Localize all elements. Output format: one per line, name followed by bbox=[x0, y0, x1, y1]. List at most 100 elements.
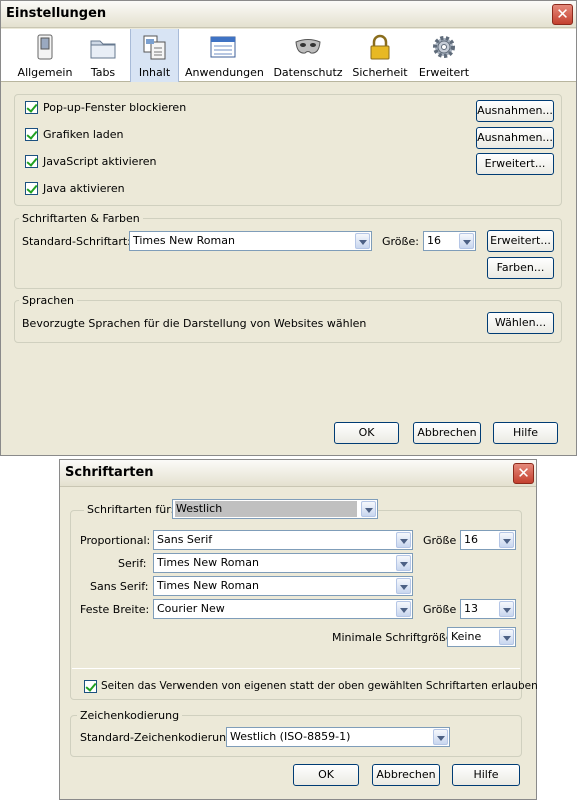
fonts-dialog-close-button[interactable]: ✕ bbox=[513, 463, 534, 484]
load-images-label: Grafiken laden bbox=[43, 128, 124, 141]
preferences-window: Einstellungen ✕ Allgemein Tabs Inhalt An… bbox=[0, 0, 577, 456]
tab-label: Anwendungen bbox=[185, 66, 264, 79]
chevron-down-icon bbox=[396, 601, 411, 617]
monospace-size-select[interactable]: 13 bbox=[460, 599, 516, 619]
help-button[interactable]: Hilfe bbox=[493, 422, 558, 444]
tab-anwendungen[interactable]: Anwendungen bbox=[185, 29, 264, 82]
chevron-down-icon bbox=[499, 629, 514, 645]
sans-serif-value: Times New Roman bbox=[157, 579, 259, 592]
chevron-down-icon bbox=[396, 532, 411, 548]
security-lock-icon bbox=[370, 34, 390, 60]
proportional-size-label: Größe bbox=[423, 534, 457, 547]
monospace-select[interactable]: Courier New bbox=[153, 599, 413, 619]
tab-label: Datenschutz bbox=[273, 66, 343, 79]
fonts-advanced-button[interactable]: Erweitert... bbox=[487, 230, 554, 252]
sans-serif-select[interactable]: Times New Roman bbox=[153, 576, 413, 596]
applications-window-icon bbox=[210, 36, 236, 58]
tab-datenschutz[interactable]: Datenschutz bbox=[273, 29, 343, 82]
tab-allgemein[interactable]: Allgemein bbox=[17, 29, 73, 82]
fonts-dialog-title: Schriftarten bbox=[65, 465, 154, 480]
tabs-folder-icon bbox=[90, 40, 116, 59]
chevron-down-icon bbox=[433, 729, 448, 745]
monospace-value: Courier New bbox=[157, 602, 225, 615]
chevron-down-icon bbox=[355, 233, 370, 249]
tab-sicherheit[interactable]: Sicherheit bbox=[351, 29, 409, 82]
content-page-icon bbox=[143, 35, 165, 60]
allow-page-fonts-label: Seiten das Verwenden von eigenen statt d… bbox=[101, 680, 538, 692]
allow-page-fonts-checkbox[interactable] bbox=[84, 680, 97, 693]
chevron-down-icon bbox=[499, 601, 514, 617]
font-size-value: 16 bbox=[427, 234, 441, 247]
preferences-title: Einstellungen bbox=[6, 6, 107, 21]
java-label: Java aktivieren bbox=[43, 182, 125, 195]
tab-label: Sicherheit bbox=[352, 66, 408, 79]
privacy-mask-icon bbox=[295, 39, 321, 54]
chevron-down-icon bbox=[396, 555, 411, 571]
default-encoding-value: Westlich (ISO-8859-1) bbox=[230, 730, 351, 743]
chevron-down-icon bbox=[361, 501, 376, 517]
serif-label: Serif: bbox=[118, 557, 147, 570]
javascript-checkbox[interactable] bbox=[25, 155, 38, 168]
popup-block-label: Pop-up-Fenster blockieren bbox=[43, 101, 187, 114]
proportional-size-select[interactable]: 16 bbox=[460, 530, 516, 550]
chevron-down-icon bbox=[459, 233, 474, 249]
advanced-gear-icon bbox=[433, 36, 455, 58]
separator bbox=[72, 668, 520, 669]
size-label: Größe: bbox=[382, 235, 419, 248]
ok-button[interactable]: OK bbox=[334, 422, 399, 444]
fonts-colors-group bbox=[14, 218, 562, 289]
font-size-select[interactable]: 16 bbox=[423, 231, 476, 251]
encoding-group-label: Zeichenkodierung bbox=[77, 709, 183, 722]
fonts-dialog-titlebar: Schriftarten ✕ bbox=[60, 460, 536, 487]
chevron-down-icon bbox=[499, 532, 514, 548]
monospace-size-label: Größe bbox=[423, 603, 457, 616]
javascript-advanced-button[interactable]: Erweitert... bbox=[476, 153, 554, 175]
general-switch-icon bbox=[37, 34, 53, 60]
load-images-checkbox[interactable] bbox=[25, 128, 38, 141]
proportional-size-value: 16 bbox=[464, 533, 478, 546]
fonts-dialog: Schriftarten ✕ Schriftarten für: Westlic… bbox=[59, 459, 538, 800]
popup-block-checkbox[interactable] bbox=[25, 101, 38, 114]
sans-serif-label: Sans Serif: bbox=[90, 580, 149, 593]
fonts-ok-button[interactable]: OK bbox=[293, 764, 359, 786]
preferences-close-button[interactable]: ✕ bbox=[552, 4, 573, 25]
fonts-for-label: Schriftarten für: bbox=[84, 503, 178, 516]
tab-label: Inhalt bbox=[138, 66, 171, 79]
cancel-button[interactable]: Abbrechen bbox=[413, 422, 481, 444]
proportional-select[interactable]: Sans Serif bbox=[153, 530, 413, 550]
default-encoding-select[interactable]: Westlich (ISO-8859-1) bbox=[226, 727, 450, 747]
choose-languages-button[interactable]: Wählen... bbox=[487, 312, 554, 334]
serif-value: Times New Roman bbox=[157, 556, 259, 569]
monospace-size-value: 13 bbox=[464, 602, 478, 615]
preferences-toolbar: Allgemein Tabs Inhalt Anwendungen Datens… bbox=[1, 29, 576, 82]
min-font-size-select[interactable]: Keine bbox=[447, 627, 516, 647]
tab-erweitert[interactable]: Erweitert bbox=[417, 29, 471, 82]
default-font-select[interactable]: Times New Roman bbox=[129, 231, 372, 251]
java-checkbox[interactable] bbox=[25, 182, 38, 195]
default-font-value: Times New Roman bbox=[133, 234, 235, 247]
tab-label: Allgemein bbox=[17, 66, 73, 79]
popup-exceptions-button[interactable]: Ausnahmen... bbox=[476, 100, 554, 122]
fonts-for-value: Westlich bbox=[175, 501, 357, 517]
chevron-down-icon bbox=[396, 578, 411, 594]
fonts-cancel-button[interactable]: Abbrechen bbox=[372, 764, 440, 786]
tab-inhalt[interactable]: Inhalt bbox=[130, 29, 179, 82]
fonts-colors-group-label: Schriftarten & Farben bbox=[19, 212, 143, 225]
proportional-value: Sans Serif bbox=[157, 533, 213, 546]
default-font-label: Standard-Schriftart: bbox=[22, 235, 131, 248]
serif-select[interactable]: Times New Roman bbox=[153, 553, 413, 573]
tab-label: Tabs bbox=[90, 66, 116, 79]
min-font-size-label: Minimale Schriftgröße: bbox=[332, 631, 457, 644]
tab-label: Erweitert bbox=[418, 66, 470, 79]
colors-button[interactable]: Farben... bbox=[487, 257, 554, 279]
min-font-size-value: Keine bbox=[451, 630, 482, 643]
languages-description: Bevorzugte Sprachen für die Darstellung … bbox=[22, 317, 367, 330]
default-encoding-label: Standard-Zeichenkodierung: bbox=[80, 731, 237, 744]
fonts-help-button[interactable]: Hilfe bbox=[452, 764, 520, 786]
preferences-titlebar: Einstellungen ✕ bbox=[1, 1, 576, 28]
monospace-label: Feste Breite: bbox=[80, 603, 150, 616]
fonts-for-select[interactable]: Westlich bbox=[172, 499, 378, 519]
tab-tabs[interactable]: Tabs bbox=[81, 29, 125, 82]
images-exceptions-button[interactable]: Ausnahmen... bbox=[476, 127, 554, 149]
languages-group-label: Sprachen bbox=[19, 294, 77, 307]
